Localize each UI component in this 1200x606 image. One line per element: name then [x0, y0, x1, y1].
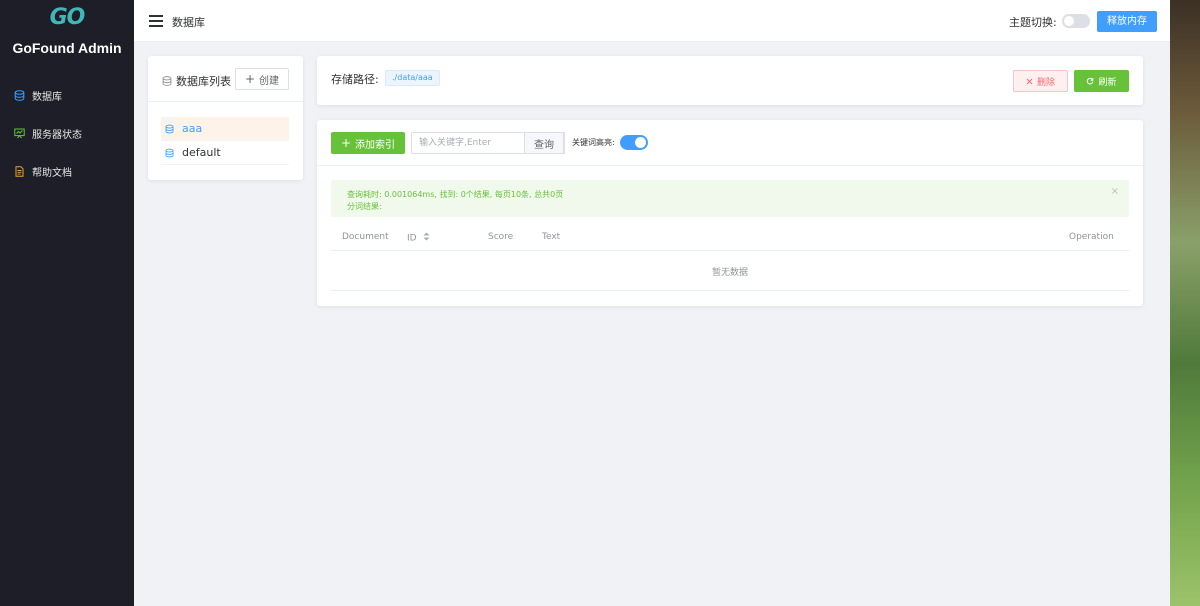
sidebar-item-database[interactable]: 数据库: [0, 76, 134, 114]
sidebar-item-label: 帮助文档: [32, 167, 72, 179]
app-window: GO GoFound Admin 数据库 服务器状态 帮助文档 数据库 主题切换…: [0, 0, 1170, 606]
results-table: Document ID Score Text Operation 暂无数据: [331, 224, 1129, 291]
database-icon: [162, 76, 172, 86]
database-list-header: 数据库列表 + 创建: [148, 56, 303, 102]
empty-state-text: 暂无数据: [711, 268, 748, 278]
close-icon: [1026, 78, 1033, 85]
highlight-toggle-switch[interactable]: [620, 135, 648, 150]
storage-path-card: 存储路径: ./data/aaa 删除 刷新: [317, 56, 1143, 105]
index-card: + 添加索引 查询 关键词高亮: 查询耗时: 0.001064ms, 找到: 0…: [317, 120, 1143, 306]
plus-icon: +: [244, 72, 256, 86]
refresh-button-label: 刷新: [1098, 77, 1117, 88]
top-header: 数据库 主题切换: 释放内存: [134, 0, 1170, 42]
theme-toggle-label: 主题切换:: [1009, 16, 1057, 29]
desktop-backdrop: [1168, 0, 1200, 606]
database-icon: [165, 148, 174, 158]
app-name: GoFound Admin: [12, 40, 122, 56]
create-database-button[interactable]: + 创建: [235, 68, 289, 90]
menu-toggle-icon[interactable]: [149, 15, 163, 27]
sort-icon[interactable]: [423, 232, 430, 244]
page-title: 数据库: [172, 16, 205, 29]
delete-button[interactable]: 删除: [1013, 70, 1068, 92]
refresh-button[interactable]: 刷新: [1074, 70, 1129, 92]
highlight-label: 关键词高亮:: [572, 138, 615, 147]
database-list-panel: 数据库列表 + 创建 aaa default: [148, 56, 303, 180]
go-logo-mark: GO: [49, 5, 86, 30]
sidebar-item-help-docs[interactable]: 帮助文档: [0, 152, 134, 190]
database-item-label: default: [182, 146, 221, 159]
refresh-icon: [1086, 77, 1094, 85]
query-result-alert: 查询耗时: 0.001064ms, 找到: 0个结果, 每页10条, 总共0页 …: [331, 180, 1129, 217]
logo: GO GoFound Admin: [0, 5, 134, 57]
database-icon: [14, 89, 25, 101]
column-header-id-label: ID: [407, 233, 417, 244]
tokenize-result-text: 分词结果:: [347, 202, 382, 211]
database-list: aaa default: [161, 117, 289, 165]
storage-path-tag: ./data/aaa: [385, 70, 440, 86]
document-icon: [14, 165, 25, 177]
column-header-document: Document: [342, 232, 389, 242]
add-index-label: 添加索引: [355, 139, 396, 151]
database-list-title-text: 数据库列表: [176, 75, 231, 88]
table-header: Document ID Score Text Operation: [331, 224, 1129, 251]
query-button[interactable]: 查询: [524, 132, 564, 154]
sidebar-item-label: 数据库: [32, 91, 62, 103]
query-stats-text: 查询耗时: 0.001064ms, 找到: 0个结果, 每页10条, 总共0页: [347, 190, 564, 199]
add-index-button[interactable]: + 添加索引: [331, 132, 405, 154]
column-header-id[interactable]: ID: [407, 232, 430, 244]
sidebar-menu: 数据库 服务器状态 帮助文档: [0, 76, 134, 190]
close-icon[interactable]: ×: [1111, 186, 1119, 197]
database-list-title: 数据库列表: [162, 73, 231, 89]
column-header-text: Text: [542, 232, 561, 242]
sidebar: GO GoFound Admin 数据库 服务器状态 帮助文档: [0, 0, 134, 606]
database-icon: [165, 124, 174, 134]
sidebar-item-label: 服务器状态: [32, 129, 82, 141]
database-item-aaa[interactable]: aaa: [161, 117, 289, 141]
monitor-icon: [14, 128, 25, 139]
free-memory-button[interactable]: 释放内存: [1097, 11, 1157, 32]
index-toolbar: + 添加索引 查询 关键词高亮:: [317, 120, 1143, 166]
delete-button-label: 删除: [1036, 77, 1055, 88]
table-body: 暂无数据: [331, 251, 1129, 291]
database-item-label: aaa: [182, 122, 203, 135]
theme-toggle-switch[interactable]: [1062, 14, 1090, 28]
column-header-operation: Operation: [1069, 232, 1114, 242]
plus-icon: +: [340, 136, 352, 150]
sidebar-item-server-status[interactable]: 服务器状态: [0, 114, 134, 152]
column-header-score: Score: [488, 232, 514, 242]
database-item-default[interactable]: default: [161, 141, 289, 165]
create-button-label: 创建: [259, 75, 280, 87]
storage-path-label: 存储路径:: [331, 73, 379, 86]
